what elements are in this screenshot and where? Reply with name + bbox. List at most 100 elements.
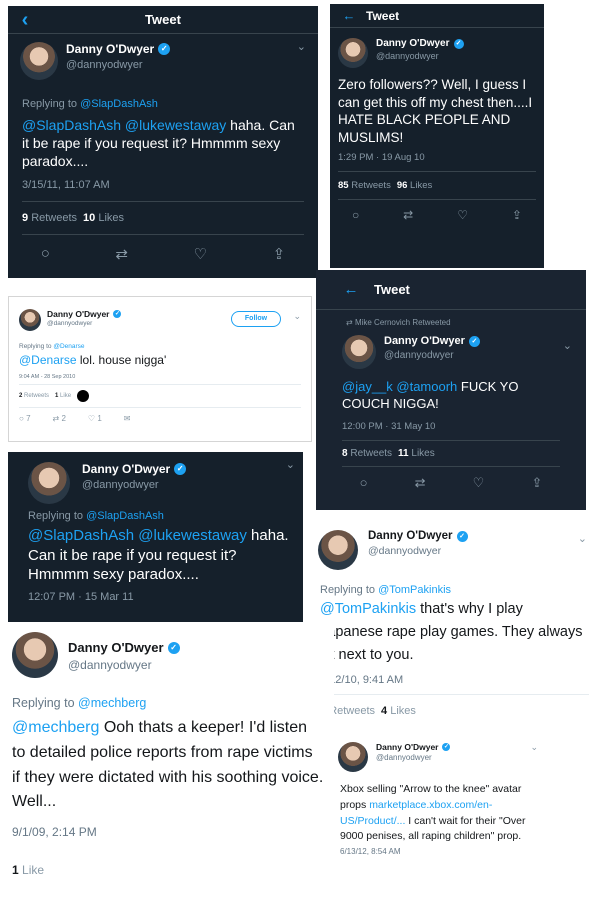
avatar[interactable] [20,42,58,80]
reply-icon: ○ [19,413,24,423]
like-count[interactable]: 1 Like [12,863,44,877]
avatar[interactable] [12,632,58,678]
share-icon[interactable]: ⇪ [512,208,522,222]
reply-icon[interactable]: ○ [352,208,359,222]
chevron-down-icon[interactable]: ⌄ [530,742,538,753]
retweeted-by: ⇄ Mike Cernovich Retweeted [346,318,451,327]
reply-to-link[interactable]: @Denarse [53,343,84,350]
verified-icon: ✓ [174,463,187,475]
back-arrow-icon[interactable]: ← [336,4,362,28]
chevron-down-icon[interactable]: ⌄ [297,40,306,53]
reply-to-link[interactable]: @SlapDashAsh [80,98,158,110]
chevron-down-icon[interactable]: ⌄ [293,311,301,322]
like-button[interactable]: ♡ 1 [88,414,102,423]
reply-to-link[interactable]: @TomPakinkis [378,584,451,596]
display-name[interactable]: Danny O'Dwyer [376,38,450,49]
retweet-count[interactable]: 2 Retweets [19,393,49,399]
handle[interactable]: @dannyodwyer [376,51,464,61]
verified-icon: ✓ [167,641,180,654]
reply-to-link[interactable]: @mechberg [78,696,146,710]
display-name[interactable]: Danny O'Dwyer [47,309,109,319]
handle[interactable]: @dannyodwyer [82,479,186,491]
verified-icon: ✓ [442,743,451,751]
top-nav: ← Tweet [316,270,586,310]
retweet-count[interactable]: 9 Retweets [22,212,77,224]
retweet-icon[interactable]: ⇄ [403,208,413,222]
like-icon[interactable]: ♡ [473,475,485,491]
timestamp[interactable]: 12:07 PM · 15 Mar 11 [8,585,303,603]
verified-icon: ✓ [453,38,464,49]
timestamp[interactable]: 9/1/09, 2:14 PM [0,815,334,839]
like-icon[interactable]: ♡ [194,245,207,263]
like-count[interactable]: 96 Likes [397,180,432,191]
retweet-count[interactable]: 8 Retweets [342,448,392,459]
tweet-header: Danny O'Dwyer ✓ @dannyodwyer [0,626,334,678]
like-count[interactable]: 10 Likes [83,212,124,224]
replying-to: Replying to @Denarse [19,343,85,350]
retweet-icon[interactable]: ⇄ [415,475,426,491]
handle[interactable]: @dannyodwyer [68,658,180,672]
mentions-link[interactable]: @SlapDashAsh @lukewestaway [28,527,247,544]
reply-to-link[interactable]: @SlapDashAsh [86,510,164,522]
retweet-small-icon: ⇄ [346,318,353,327]
nav-title: Tweet [366,8,400,23]
mention-link[interactable]: @Denarse [19,353,77,367]
timestamp[interactable]: 1:29 PM · 19 Aug 10 [330,146,544,171]
tweet-text: @TomPakinkis that's why I play Japanese … [320,601,583,664]
avatar[interactable] [28,462,70,504]
dm-icon[interactable]: ✉ [124,414,131,423]
retweet-button[interactable]: ⇄ 2 [53,414,66,423]
display-name[interactable]: Danny O'Dwyer [376,742,438,752]
mention-link[interactable]: @TomPakinkis [320,601,416,617]
like-icon[interactable]: ♡ [457,208,468,222]
timestamp[interactable]: 9:04 AM - 28 Sep 2010 [9,369,311,384]
display-name[interactable]: Danny O'Dwyer [82,462,170,476]
engagement-stats: 8 Retweets 11 Likes [316,441,586,466]
like-count[interactable]: 11 Likes [398,448,435,459]
mentions-link[interactable]: @jay__k @tamoorh [342,379,457,394]
tweet-screenshot-3: Danny O'Dwyer ✓ @dannyodwyer Follow ⌄ Re… [8,296,312,442]
mention-link[interactable]: @mechberg [12,719,99,736]
mentions-link[interactable]: @SlapDashAsh @lukewestaway [22,117,226,133]
retweet-icon[interactable]: ⇄ [115,245,128,263]
avatar[interactable] [318,530,358,570]
handle[interactable]: @dannyodwyer [66,59,170,71]
handle[interactable]: @dannyodwyer [47,320,121,327]
timestamp[interactable]: 12:00 PM · 31 May 10 [316,413,586,440]
display-name[interactable]: Danny O'Dwyer [384,335,465,347]
avatar[interactable] [338,38,368,68]
like-count[interactable]: 1 Like [55,393,71,399]
timestamp[interactable]: 6/13/12, 8:54 AM [334,845,550,856]
back-arrow-icon[interactable]: ← [338,270,364,310]
follow-button[interactable]: Follow [231,311,281,327]
share-icon[interactable]: ⇪ [273,245,286,263]
handle[interactable]: @dannyodwyer [376,753,450,762]
handle[interactable]: @dannyodwyer [368,545,468,557]
reply-icon[interactable]: ○ [41,245,50,263]
avatar[interactable] [338,742,368,772]
engagement-stats: 85 Retweets 96 Likes [330,172,544,199]
retweet-count[interactable]: 85 Retweets [338,180,391,191]
display-name[interactable]: Danny O'Dwyer [68,640,164,655]
chevron-down-icon[interactable]: ⌄ [563,339,572,352]
share-icon[interactable]: ⇪ [531,475,542,491]
tweet-text: @mechberg Ooh thats a keeper! I'd listen… [12,719,324,811]
display-name[interactable]: Danny O'Dwyer [368,530,453,542]
chevron-down-icon[interactable]: ⌄ [578,532,587,545]
timestamp[interactable]: 9/12/10, 9:41 AM [312,668,599,694]
avatar[interactable] [19,309,41,331]
timestamp[interactable]: 3/15/11, 11:07 AM [8,171,318,201]
tweet-text: Xbox selling "Arrow to the knee" avatar … [340,783,526,843]
reply-button[interactable]: ○ 7 [19,414,31,423]
chevron-down-icon[interactable]: ⌄ [286,458,295,471]
avatar[interactable] [342,335,376,369]
like-count[interactable]: 4 Likes [381,705,416,717]
display-name[interactable]: Danny O'Dwyer [66,42,154,56]
tweet-screenshot-6: Danny O'Dwyer ✓ @dannyodwyer ⌄ Replying … [312,516,599,740]
handle[interactable]: @dannyodwyer [384,350,480,361]
action-bar: ○ ⇄ ♡ ⇪ [8,235,318,273]
back-chevron-icon[interactable]: ‹ [12,6,38,34]
tweet-header: Danny O'Dwyer ✓ @dannyodwyer ⌄ [316,327,586,369]
tweet-screenshot-2: ← Tweet Danny O'Dwyer ✓ @dannyodwyer Zer… [330,4,544,268]
reply-icon[interactable]: ○ [360,475,368,491]
